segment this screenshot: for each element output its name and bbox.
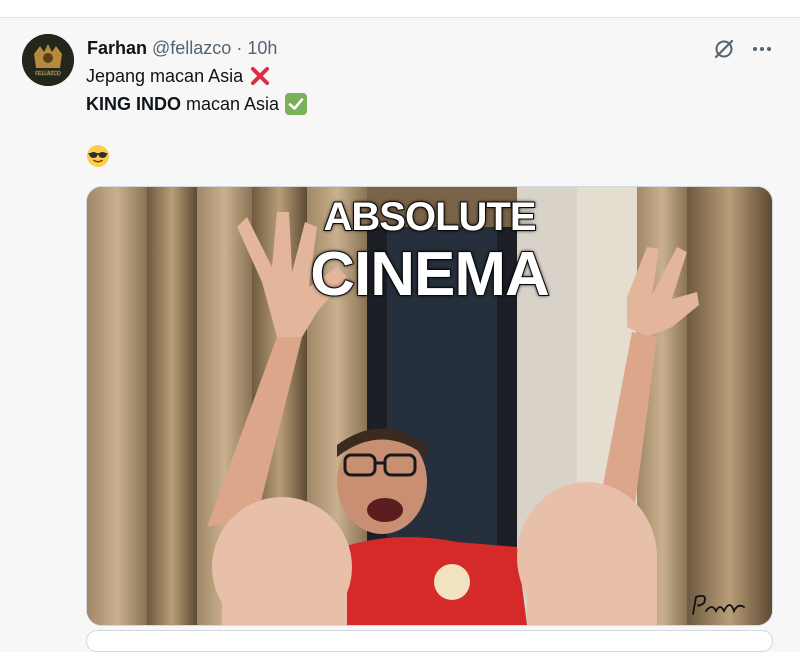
caption-line-2: CINEMA bbox=[309, 239, 551, 310]
tweet-text-line-1: Jepang macan Asia bbox=[86, 64, 271, 88]
timestamp[interactable]: 10h bbox=[247, 38, 277, 59]
tweet-text-2: macan Asia bbox=[181, 94, 280, 114]
more-icon[interactable] bbox=[748, 37, 776, 61]
tweet-text-line-3 bbox=[86, 144, 110, 168]
avatar[interactable]: FELLAZCO bbox=[22, 34, 74, 86]
tweet-actions bbox=[712, 37, 776, 61]
tweet-text-bold: KING INDO bbox=[86, 94, 182, 114]
separator-dot: · bbox=[236, 37, 243, 58]
display-name[interactable]: Farhan bbox=[87, 38, 147, 59]
check-mark-emoji bbox=[285, 93, 308, 115]
top-bar bbox=[0, 0, 800, 18]
grok-icon[interactable] bbox=[712, 37, 736, 61]
quote-card-edge[interactable] bbox=[86, 630, 773, 652]
cross-mark-emoji bbox=[249, 65, 271, 87]
tweet-text-line-2: KING INDO macan Asia bbox=[86, 92, 308, 116]
user-handle[interactable]: @fellazco bbox=[152, 38, 231, 59]
avatar-text: FELLAZCO bbox=[35, 71, 61, 77]
signature-watermark bbox=[688, 589, 748, 619]
sunglasses-emoji bbox=[86, 144, 110, 168]
caption-line-1: ABSOLUTE bbox=[323, 194, 538, 240]
tweet-text-1: Jepang macan Asia bbox=[86, 66, 244, 86]
tweet-header: Farhan @fellazco · 10h bbox=[87, 37, 277, 59]
media-image[interactable]: ABSOLUTE CINEMA bbox=[86, 186, 773, 626]
